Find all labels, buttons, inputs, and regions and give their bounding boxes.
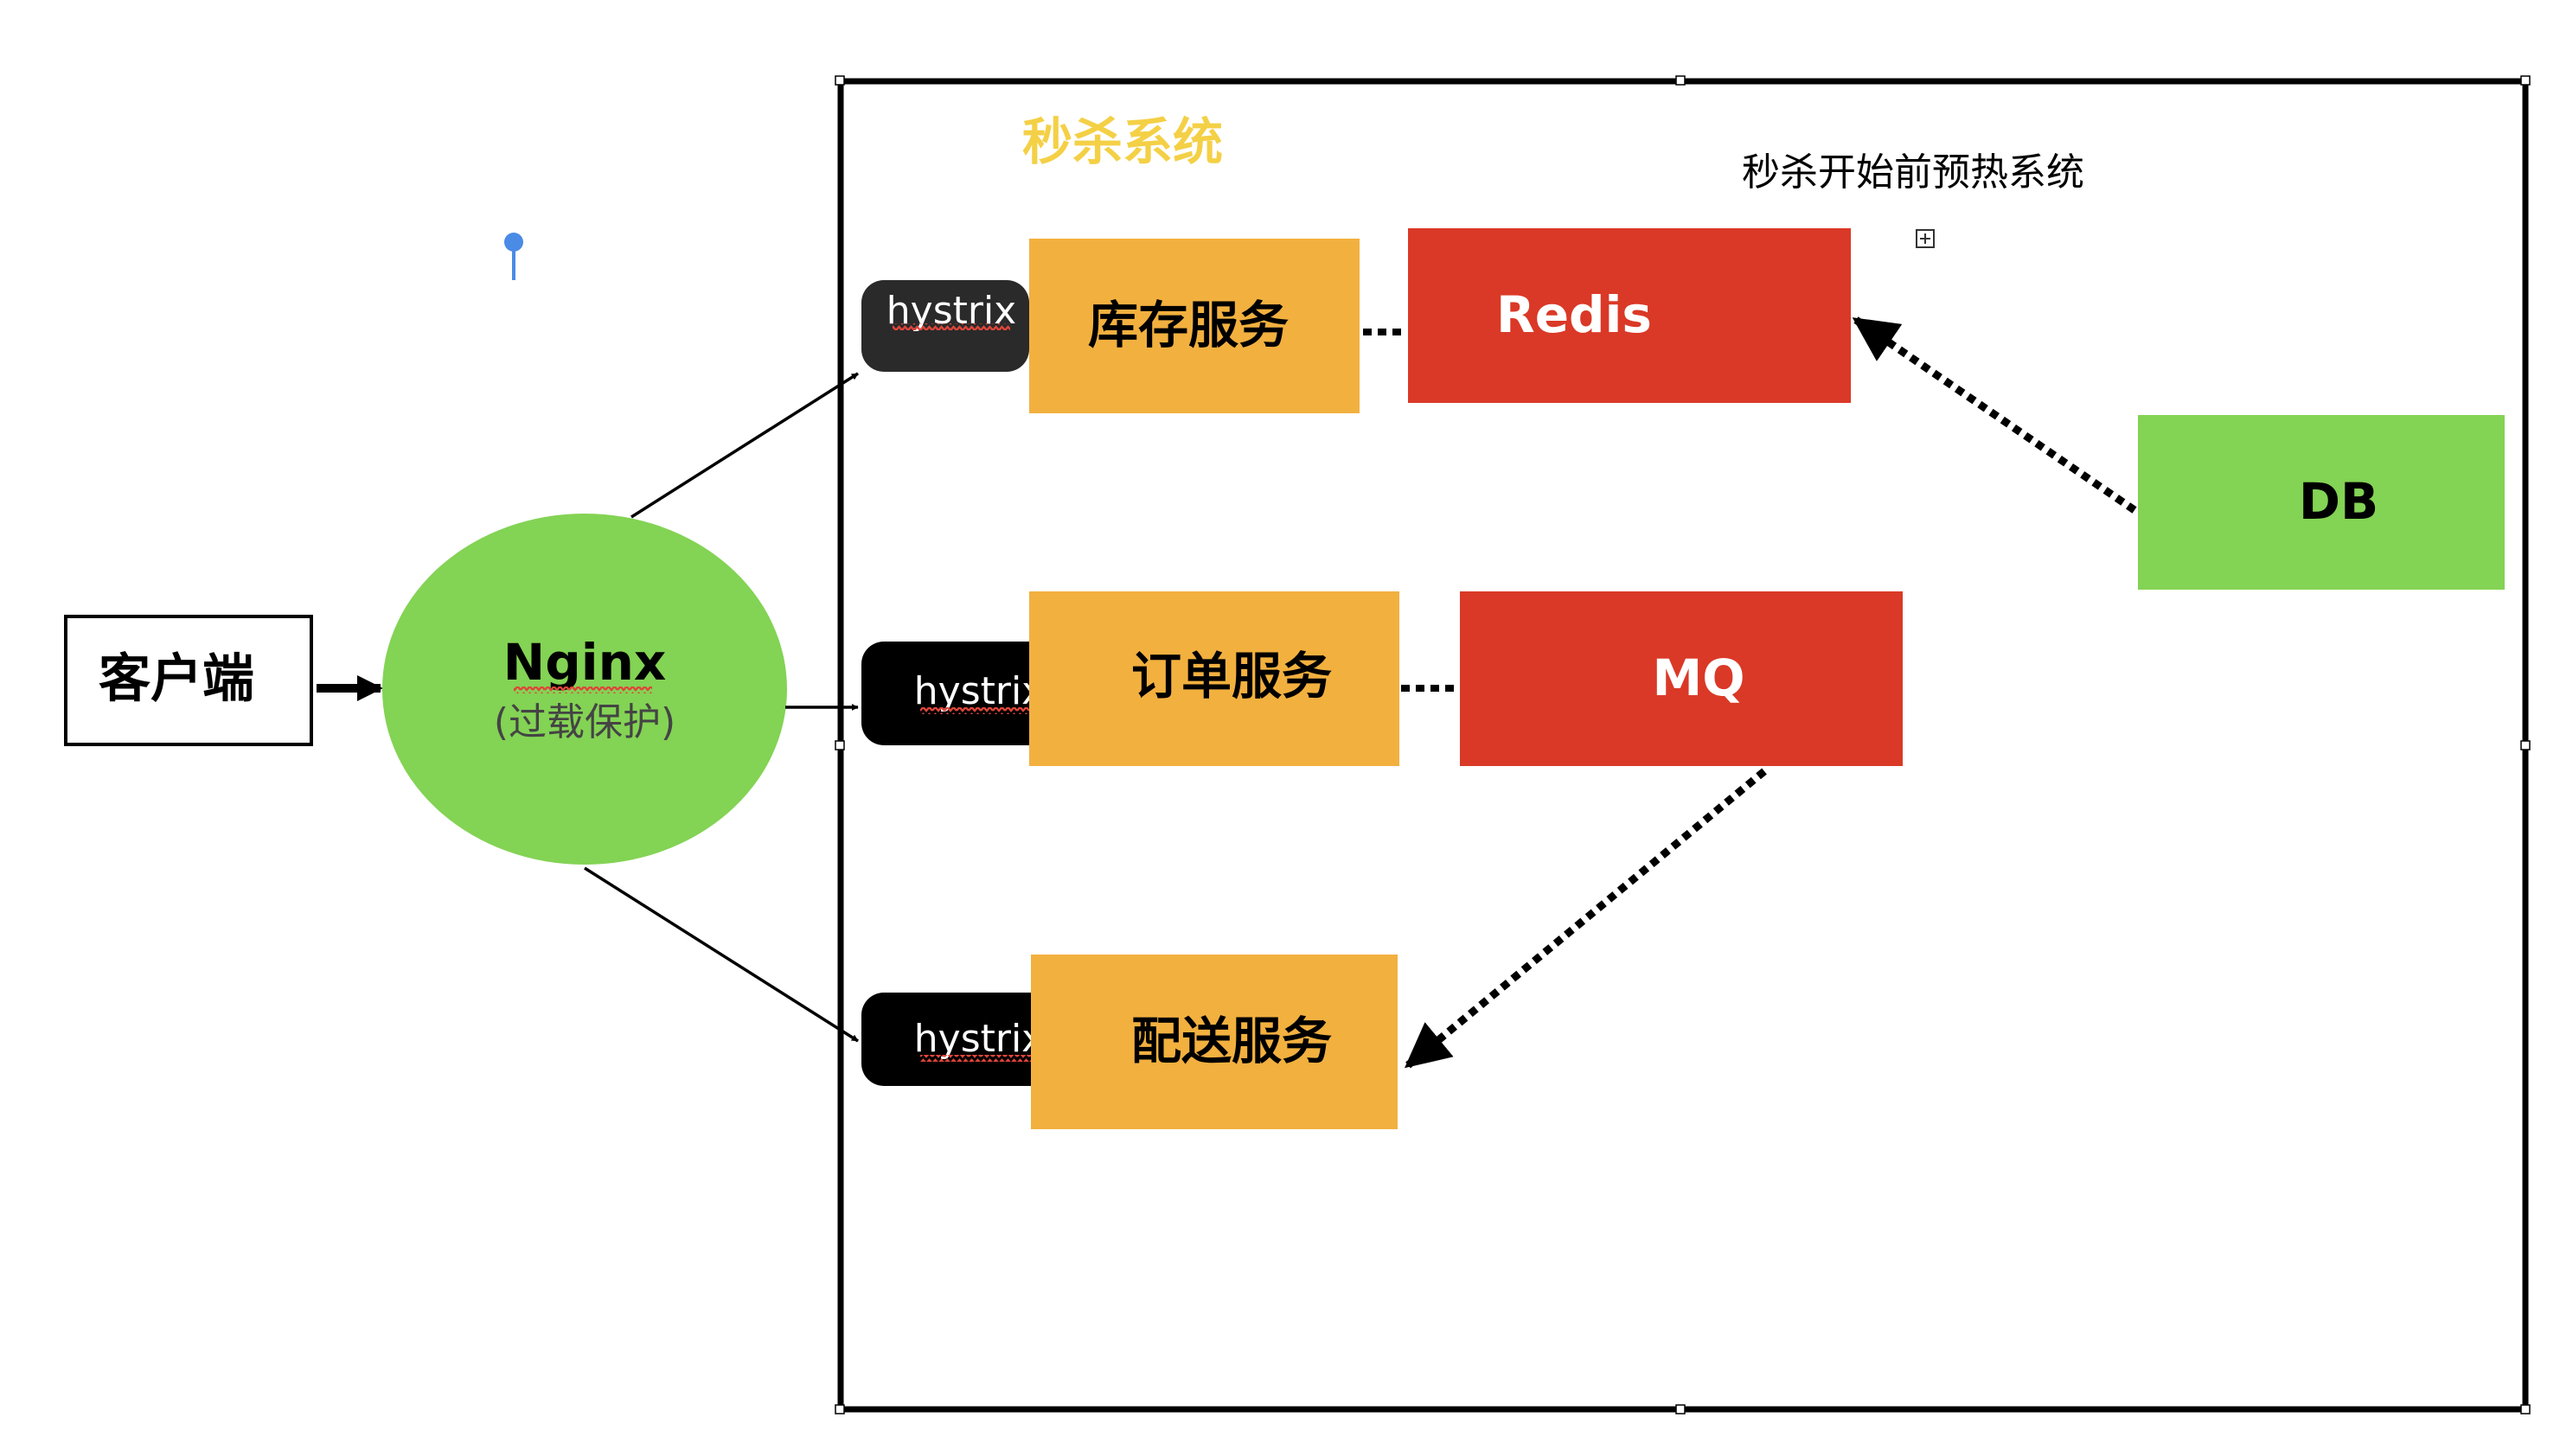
nginx-subtitle: (过载保护) (494, 700, 675, 744)
hystrix-label: hystrix (914, 1017, 1044, 1061)
nginx-title: Nginx (503, 633, 667, 692)
spellcheck-underline (893, 323, 1010, 330)
location-pin-icon[interactable] (504, 233, 523, 280)
system-title: 秒杀系统 (1022, 112, 1223, 171)
order-service[interactable]: 订单服务 (1029, 591, 1399, 766)
db-to-redis-preheat-arrow (1852, 316, 2137, 514)
architecture-diagram: 客户端 Nginx (过载保护) 秒杀系统 秒杀开始前预热系统 hystrix … (64, 75, 2531, 1414)
spellcheck-underline (514, 686, 652, 693)
nginx-to-inventory-arrow (630, 372, 859, 519)
mq-to-delivery-arrow (1404, 768, 1767, 1069)
redis-label: Redis (1496, 285, 1652, 344)
order-service-label: 订单服务 (1131, 647, 1332, 706)
hystrix-label: hystrix (914, 669, 1044, 713)
client-node[interactable]: 客户端 (64, 615, 313, 746)
spellcheck-underline (920, 1055, 1038, 1062)
client-label: 客户端 (99, 649, 254, 710)
mq-label: MQ (1652, 648, 1744, 707)
nginx-to-delivery-arrow (584, 866, 859, 1043)
db-store[interactable]: DB (2138, 415, 2505, 590)
inventory-service[interactable]: 库存服务 (1029, 239, 1360, 413)
preheat-label: 秒杀开始前预热系统 (1742, 150, 2084, 195)
db-label: DB (2299, 472, 2378, 531)
hystrix-badge-inventory[interactable]: hystrix (861, 280, 1029, 372)
delivery-service[interactable]: 配送服务 (1031, 955, 1398, 1129)
expand-plus-icon[interactable] (1916, 229, 1935, 248)
mq-store[interactable]: MQ (1460, 591, 1903, 766)
spellcheck-underline (920, 707, 1038, 714)
delivery-service-label: 配送服务 (1131, 1012, 1332, 1070)
inventory-service-label: 库存服务 (1088, 296, 1289, 354)
nginx-node[interactable]: Nginx (过载保护) (382, 514, 787, 865)
redis-store[interactable]: Redis (1408, 228, 1851, 403)
